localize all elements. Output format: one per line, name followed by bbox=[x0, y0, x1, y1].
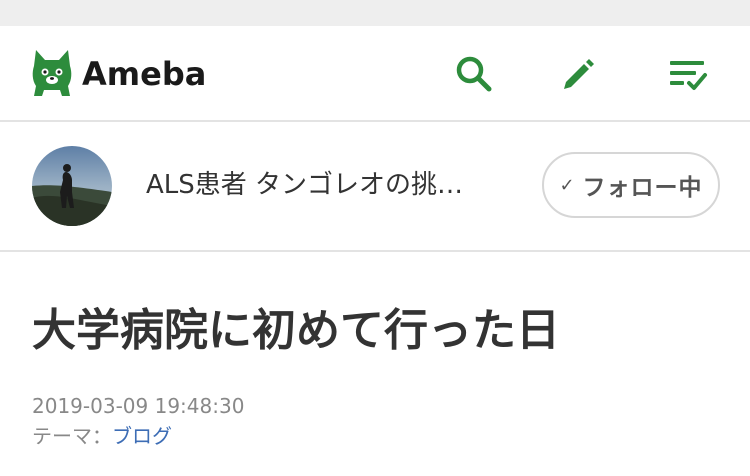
follow-button-label: フォロー中 bbox=[582, 175, 703, 201]
theme-label: テーマ： bbox=[32, 424, 112, 448]
blog-info-bar: ALS患者 タンゴレオの挑… ✓ フォロー中 bbox=[0, 122, 750, 252]
ameba-logo[interactable]: Ameba bbox=[30, 48, 206, 100]
follow-button[interactable]: ✓ フォロー中 bbox=[542, 152, 720, 218]
write-button[interactable] bbox=[556, 52, 600, 96]
reader-list-icon bbox=[670, 61, 707, 90]
blog-title[interactable]: ALS患者 タンゴレオの挑… bbox=[146, 165, 506, 205]
reader-list-button[interactable] bbox=[666, 52, 710, 96]
article-date: 2019-03-09 19:48:30 bbox=[32, 394, 245, 418]
search-button[interactable] bbox=[452, 52, 496, 96]
avatar[interactable] bbox=[32, 146, 112, 226]
check-icon: ✓ bbox=[559, 174, 575, 196]
pencil-icon bbox=[564, 59, 594, 89]
app-header: Ameba bbox=[0, 26, 750, 122]
ameba-mascot-icon bbox=[32, 50, 72, 96]
logo-wordmark: Ameba bbox=[82, 55, 207, 93]
theme-link[interactable]: ブログ bbox=[112, 424, 172, 448]
search-icon bbox=[456, 56, 492, 92]
status-strip bbox=[0, 0, 750, 26]
blog-avatar-photo bbox=[32, 146, 112, 226]
article-theme: テーマ：ブログ bbox=[32, 422, 172, 450]
article-title: 大学病院に初めて行った日 bbox=[32, 305, 560, 356]
